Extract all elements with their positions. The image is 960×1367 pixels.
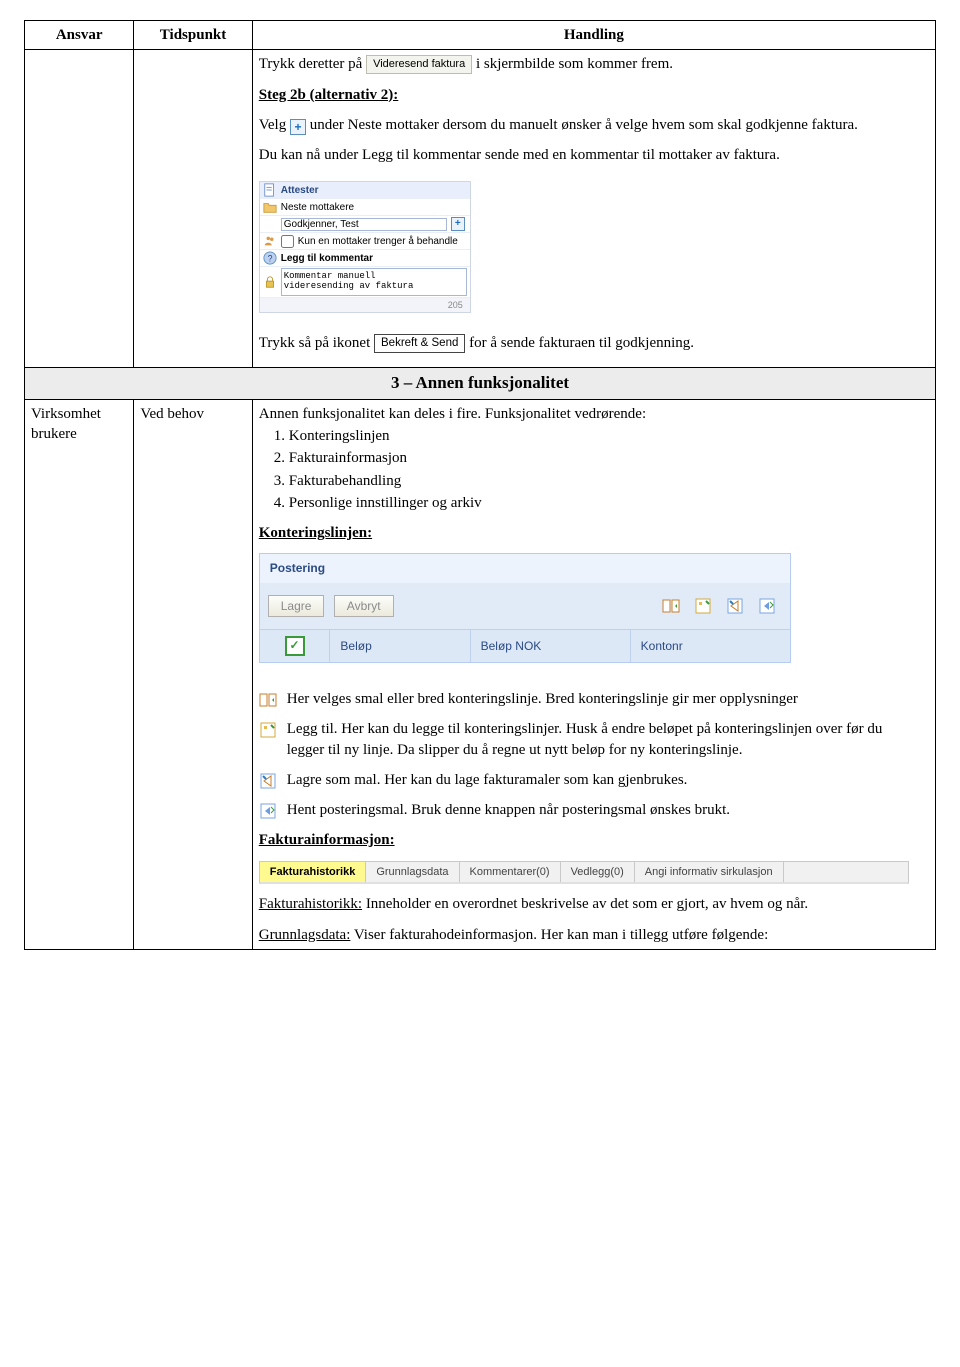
width-toggle-icon [259,691,277,709]
cell-ansvar: Virksomhet brukere [25,399,134,949]
step2b-heading: Steg 2b (alternativ 2): [259,87,399,103]
text: Velg [259,117,290,133]
text: Legg til. Her kan du legge til kontering… [287,719,909,760]
videresend-faktura-button[interactable]: Videresend faktura [366,55,472,74]
list-item: Fakturainformasjon [289,448,909,468]
section-banner: 3 – Annen funksjonalitet [25,368,936,400]
add-recipient-icon[interactable]: + [290,119,306,135]
cell-handling-func: Annen funksjonalitet kan deles i fire. F… [252,399,935,949]
add-line-icon [259,721,277,739]
fakturahistorikk-label: Fakturahistorikk: [259,896,362,912]
col-header-handling: Handling [252,21,935,50]
lock-icon [263,275,277,289]
text: Trykk så på ikonet [259,335,374,351]
width-toggle-icon[interactable] [662,597,680,615]
text: Hent posteringsmal. Bruk denne knappen n… [287,800,730,820]
text: Viser fakturahodeinformasjon. Her kan ma… [350,927,768,943]
bekreft-send-button[interactable]: Bekreft & Send [374,334,465,354]
text: Lagre som mal. Her kan du lage fakturama… [287,770,688,790]
text: i skjermbilde som kommer frem. [472,56,673,72]
legg-til-kommentar-label: Legg til kommentar [281,252,373,266]
tab-fakturahistorikk[interactable]: Fakturahistorikk [260,862,367,883]
tabs-row: Fakturahistorikk Grunnlagsdata Kommentar… [259,861,909,885]
funksjonalitet-list: Konteringslinjen Fakturainformasjon Fakt… [259,426,909,513]
col-kontonr: Kontonr [631,630,790,662]
tab-angi-informativ[interactable]: Angi informativ sirkulasjon [635,862,784,883]
text: under Neste mottaker dersom du manuelt ø… [306,117,858,133]
recipient-field[interactable] [281,218,447,231]
attester-panel: Attester Neste mottakere + [259,181,471,313]
tab-vedlegg[interactable]: Vedlegg(0) [561,862,635,883]
attester-label: Attester [281,184,319,198]
postering-title: Postering [260,554,790,582]
save-template-icon[interactable] [726,597,744,615]
neste-mottakere-label: Neste mottakere [281,201,354,215]
text: Her velges smal eller bred konteringslin… [287,689,798,709]
cell-tid: Ved behov [134,399,252,949]
fakturainformasjon-heading: Fakturainformasjon: [259,832,395,848]
text: for å sende fakturaen til godkjenning. [465,335,694,351]
avbryt-button[interactable]: Avbryt [334,595,394,617]
text: Inneholder en overordnet beskrivelse av … [362,896,808,912]
doc-icon [263,183,277,197]
list-item: Konteringslinjen [289,426,909,446]
save-template-icon [259,772,277,790]
col-header-ansvar: Ansvar [25,21,134,50]
cell-tid-empty [134,50,252,368]
tab-grunnlagsdata[interactable]: Grunnlagsdata [366,862,459,883]
lagre-button[interactable]: Lagre [268,595,325,617]
svg-text:?: ? [267,254,272,264]
users-icon [263,234,277,248]
grunnlagsdata-label: Grunnlagsdata: [259,927,351,943]
kun-en-label: Kun en mottaker trenger å behandle [298,235,458,249]
check-icon[interactable]: ✓ [285,636,305,656]
col-belop: Beløp [330,630,470,662]
konteringslinjen-heading: Konteringslinjen: [259,525,372,541]
col-header-tidspunkt: Tidspunkt [134,21,252,50]
kommentar-textarea[interactable]: Kommentar manuell videresending av faktu… [281,268,467,296]
postering-panel: Postering Lagre Avbryt [259,553,791,663]
add-recipient-icon-small[interactable]: + [451,217,465,231]
folder-icon [263,200,277,214]
panel-number: 205 [448,299,467,311]
text: Annen funksjonalitet kan deles i fire. F… [259,406,646,422]
load-template-icon [259,802,277,820]
cell-ansvar-empty [25,50,134,368]
list-item: Fakturabehandling [289,471,909,491]
add-line-icon[interactable] [694,597,712,615]
tab-kommentarer[interactable]: Kommentarer(0) [460,862,561,883]
cell-handling-step2b: Trykk deretter på Videresend faktura i s… [252,50,935,368]
text: Trykk deretter på [259,56,366,72]
list-item: Personlige innstillinger og arkiv [289,493,909,513]
help-icon: ? [263,251,277,265]
kun-en-checkbox[interactable] [281,235,294,248]
load-template-icon[interactable] [758,597,776,615]
col-belop-nok: Beløp NOK [471,630,631,662]
text: Du kan nå under Legg til kommentar sende… [259,145,909,165]
